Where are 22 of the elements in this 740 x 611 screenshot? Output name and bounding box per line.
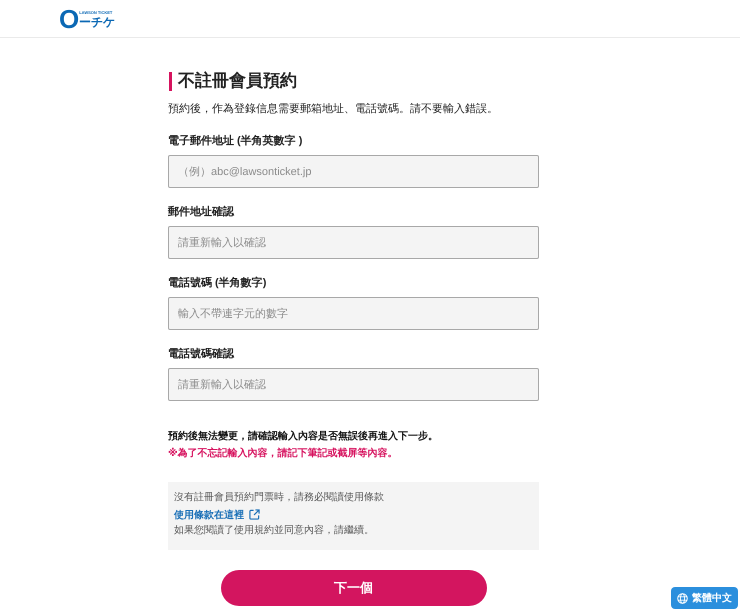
field-label: 電話號碼確認 <box>168 347 236 361</box>
intro-text: 預約後，作為登錄信息需要郵箱地址、電話號碼。請不要輸入錯誤。 <box>168 102 499 117</box>
terms-after-text: 如果您閱讀了使用規約並同意內容，請繼續。 <box>174 524 375 538</box>
next-button[interactable]: 下一個 <box>220 570 486 606</box>
input-field[interactable]: 請重新輸入以確認 <box>168 226 539 259</box>
globe-icon <box>677 592 688 604</box>
input-field[interactable]: 請重新輸入以確認 <box>168 368 539 401</box>
notice-text: 預約後無法變更，請確認輸入內容是否無誤後再進入下一步。 <box>168 429 439 444</box>
terms-intro-text: 沒有註冊會員預約門票時，請務必閱讀使用條款 <box>174 490 385 505</box>
field-label: 電話號碼 (半角數字) <box>168 276 268 290</box>
terms-link[interactable]: 使用條款在這裡 <box>174 508 244 522</box>
logo-mark: O <box>59 8 78 28</box>
field-label: 電子郵件地址 (半角英數字 ) <box>168 134 304 148</box>
warning-note: ※為了不忘記輸入內容，請記下筆記或截屏等內容。 <box>168 446 399 461</box>
external-link-icon[interactable] <box>249 509 260 520</box>
title-accent-bar <box>169 72 172 90</box>
page-title: 不註冊會員預約 <box>178 71 297 91</box>
language-button[interactable]: 繁體中文 <box>671 587 738 609</box>
logo-wordmark: ーチケ <box>79 14 116 28</box>
input-field[interactable]: 輸入不帶連字元的數字 <box>168 297 539 330</box>
field-label: 郵件地址確認 <box>168 205 236 219</box>
input-field[interactable]: （例）abc@lawsonticket.jp <box>168 155 539 188</box>
